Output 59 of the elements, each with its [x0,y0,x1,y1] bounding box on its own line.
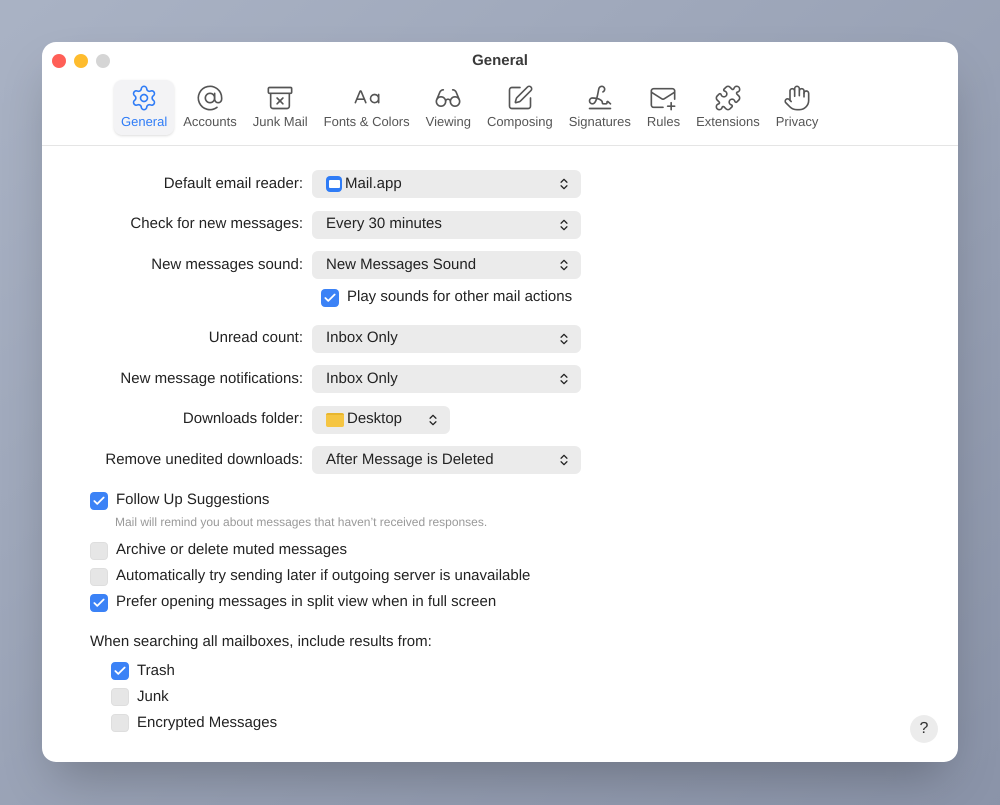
toolbar-tab[interactable]: Viewing [418,80,478,134]
hand-icon [783,84,812,112]
toolbar-tab[interactable]: Accounts [176,80,244,134]
junk-box-icon [266,84,294,112]
checkbox-label: Automatically try sending later if outgoing server is unavailable [116,566,530,586]
toolbar-tab[interactable]: General [114,80,174,134]
minimize-button[interactable] [74,54,88,68]
setting-label: New messages sound: [150,254,304,275]
setting-label: Unread count: [208,328,304,348]
toolbar-tab[interactable]: Signatures [562,80,638,134]
section-heading: When searching all mailboxes, include results from: [90,632,433,652]
popup-button[interactable]: New Messages Sound [312,251,581,279]
setting-label: Remove unedited downloads: [104,450,304,470]
check-icon [92,494,106,508]
checkbox-label: Play sounds for other mail actions [347,287,572,308]
checkbox-label: Trash [137,660,175,681]
popup-button[interactable]: After Message is Deleted [312,446,581,474]
toolbar-tab[interactable]: Fonts & Colors [316,80,417,134]
zoom-button[interactable] [96,54,110,68]
toolbar-tab[interactable]: Extensions [689,80,767,134]
checkbox[interactable] [90,492,108,510]
setting-label: Check for new messages: [129,214,304,234]
checkbox[interactable] [321,288,339,306]
folder-icon [326,412,344,426]
at-sign-icon [196,84,224,112]
checkbox-label: Prefer opening messages in split view when in full screen [116,592,496,612]
popup-button[interactable]: Desktop [312,406,450,434]
checkbox[interactable] [90,568,108,586]
hint-text: Mail will remind you about messages that haven’t received responses. [114,514,488,530]
checkbox[interactable] [90,542,108,560]
popup-button[interactable]: Inbox Only [312,324,581,352]
mail-app-icon [326,176,342,192]
popup-button[interactable]: Mail.app [312,170,581,198]
toolbar-tab[interactable]: Junk Mail [246,80,315,134]
toolbar-tab[interactable]: Rules [640,80,688,134]
signature-icon [586,84,614,112]
checkbox[interactable] [111,714,129,732]
help-button[interactable]: ? [910,715,938,743]
setting-label: New message notifications: [119,368,304,389]
checkbox-label: Junk [137,686,169,707]
window-title: General [472,50,528,71]
puzzle-icon [714,84,742,112]
checkbox-label: Follow Up Suggestions [116,490,270,510]
toolbar-tab[interactable]: Composing [480,80,560,134]
popup-button[interactable]: Inbox Only [312,365,581,393]
checkbox[interactable] [111,688,129,706]
check-icon [113,664,127,678]
checkbox[interactable] [111,662,129,680]
popup-button[interactable]: Every 30 minutes [312,210,581,238]
toolbar-tab[interactable]: Privacy [768,80,826,134]
checkbox-label: Encrypted Messages [137,712,278,733]
check-icon [92,596,106,610]
setting-label: Default email reader: [162,174,304,194]
check-icon [323,290,337,304]
checkbox[interactable] [90,594,108,612]
compose-icon [506,84,534,112]
setting-label: Downloads folder: [182,409,304,430]
close-button[interactable] [52,54,66,68]
checkbox-label: Archive or delete muted messages [116,540,347,560]
